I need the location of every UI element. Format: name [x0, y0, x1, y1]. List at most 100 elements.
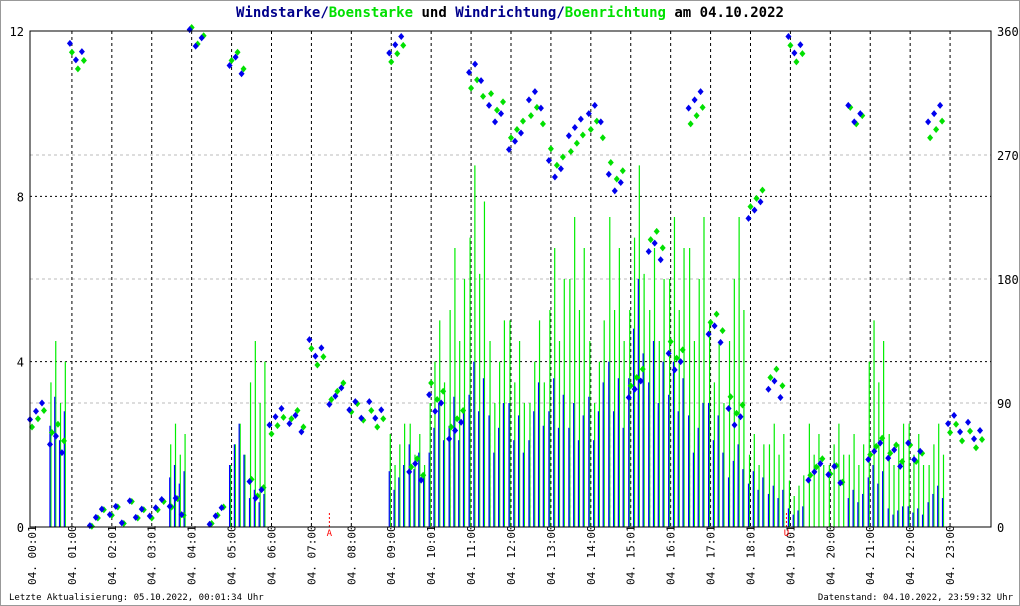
- wind-direction-point: [691, 96, 698, 104]
- gust-direction-point: [619, 167, 626, 175]
- wind-direction-point: [697, 88, 704, 96]
- gust-direction-point: [693, 112, 700, 120]
- gust-direction-point: [567, 147, 574, 155]
- x-tick-label: 04. 20:00: [824, 525, 837, 585]
- gust-direction-point: [793, 58, 800, 66]
- wind-direction-point: [925, 118, 932, 126]
- gust-direction-point: [280, 413, 287, 421]
- wind-direction-point: [486, 101, 493, 109]
- gust-direction-point: [547, 145, 554, 153]
- gust-direction-point: [759, 186, 766, 194]
- wind-direction-point: [72, 56, 79, 64]
- wind-direction-point: [551, 173, 558, 181]
- gust-direction-point: [60, 437, 67, 445]
- sun-marker-label: U: [784, 529, 789, 539]
- gust-direction-point: [440, 387, 447, 395]
- x-tick-label: 04. 09:00: [385, 525, 398, 585]
- wind-direction-point: [38, 399, 45, 407]
- wind-direction-point: [797, 41, 804, 49]
- wind-direction-point: [671, 366, 678, 374]
- chart-window: Windstarke/Boenstarke und Windrichtung/B…: [0, 0, 1020, 606]
- last-update: Letzte Aktualisierung: 05.10.2022, 00:01…: [9, 593, 264, 603]
- x-tick-label: 04. 17:01: [705, 525, 718, 585]
- sun-marker-label: A: [327, 529, 333, 539]
- x-tick-label: 04. 03:01: [146, 525, 159, 585]
- gust-direction-point: [428, 379, 435, 387]
- gust-direction-point: [587, 125, 594, 133]
- gust-direction-point: [653, 227, 660, 235]
- x-tick-label: 04. 10:01: [425, 525, 438, 585]
- gust-direction-point: [320, 353, 327, 361]
- gust-direction-point: [268, 430, 275, 438]
- gust-direction-point: [500, 98, 507, 106]
- x-tick-label: 04. 12:00: [505, 525, 518, 585]
- wind-direction-point: [432, 407, 439, 415]
- x-tick-label: 04. 23:00: [944, 525, 957, 585]
- wind-direction-point: [278, 405, 285, 413]
- gust-direction-point: [400, 41, 407, 49]
- wind-direction-point: [531, 88, 538, 96]
- wind-direction-point: [537, 104, 544, 112]
- x-tick-label: 04. 07:00: [305, 525, 318, 585]
- wind-direction-point: [446, 435, 453, 443]
- x-tick-label: 04. 15:01: [625, 525, 638, 585]
- wind-direction-point: [378, 406, 385, 414]
- wind-direction-point: [791, 49, 798, 57]
- gust-direction-point: [380, 415, 387, 423]
- wind-direction-point: [78, 48, 85, 56]
- x-tick-label: 04. 00:01: [26, 525, 39, 585]
- gust-direction-point: [480, 92, 487, 100]
- gust-direction-point: [460, 407, 467, 415]
- wind-direction-point: [717, 338, 724, 346]
- gust-direction-point: [599, 134, 606, 142]
- wind-direction-point: [931, 110, 938, 118]
- wind-direction-point: [957, 428, 964, 436]
- y2-tick-label: 0: [997, 521, 1004, 535]
- x-tick-label: 04. 21:00: [864, 525, 877, 585]
- gust-direction-point: [607, 159, 614, 167]
- gust-direction-point: [488, 90, 495, 98]
- wind-direction-point: [971, 435, 978, 443]
- wind-direction-point: [478, 77, 485, 85]
- gust-direction-point: [667, 338, 674, 346]
- gust-direction-point: [80, 57, 87, 65]
- gust-direction-point: [779, 382, 786, 390]
- x-tick-label: 04. 05:00: [226, 525, 239, 585]
- y-tick-label: 4: [17, 356, 24, 370]
- wind-direction-point: [965, 418, 972, 426]
- wind-direction-point: [645, 247, 652, 255]
- wind-direction-point: [571, 123, 578, 131]
- x-tick-label: 04. 14:00: [585, 525, 598, 585]
- wind-direction-point: [725, 405, 732, 413]
- wind-direction-point: [977, 427, 984, 435]
- gust-direction-point: [939, 117, 946, 125]
- x-tick-label: 04. 22:00: [904, 525, 917, 585]
- y2-tick-label: 270: [997, 149, 1019, 163]
- gust-direction-point: [953, 420, 960, 428]
- wind-direction-point: [565, 132, 572, 140]
- gust-direction-point: [959, 437, 966, 445]
- y2-tick-label: 90: [997, 397, 1011, 411]
- wind-direction-point: [577, 115, 584, 123]
- gust-direction-point: [274, 422, 281, 430]
- wind-direction-point: [392, 41, 399, 49]
- gust-direction-point: [679, 346, 686, 354]
- wind-direction-point: [951, 411, 958, 419]
- x-tick-label: 04. 13:00: [545, 525, 558, 585]
- gust-direction-point: [947, 429, 954, 437]
- gust-direction-point: [468, 84, 475, 92]
- gust-direction-point: [713, 310, 720, 318]
- gust-direction-point: [973, 444, 980, 452]
- y-tick-label: 8: [17, 190, 24, 204]
- gust-direction-point: [34, 415, 41, 423]
- x-tick-label: 04. 04:01: [186, 525, 199, 585]
- wind-direction-point: [312, 352, 319, 360]
- wind-direction-point: [745, 214, 752, 222]
- gust-direction-point: [68, 48, 75, 56]
- gust-direction-point: [719, 327, 726, 335]
- gust-direction-point: [727, 393, 734, 401]
- gust-direction-point: [687, 120, 694, 128]
- gust-direction-point: [927, 134, 934, 142]
- y-tick-label: 12: [10, 25, 24, 39]
- wind-direction-point: [32, 407, 39, 415]
